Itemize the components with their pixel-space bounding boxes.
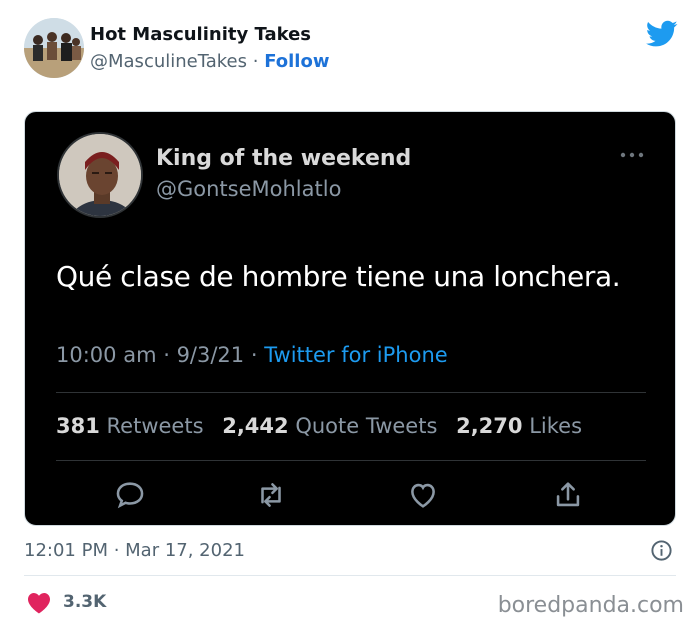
meta-separator: ·: [244, 343, 265, 367]
tweet-text: Qué clase de hombre tiene una lonchera.: [56, 260, 621, 293]
tweet-time: 10:00 am: [56, 343, 157, 367]
share-icon: [556, 482, 580, 507]
retweet-icon: [261, 483, 281, 507]
follow-button[interactable]: Follow: [264, 51, 329, 72]
likes-label: Likes: [529, 414, 583, 438]
info-icon[interactable]: [650, 539, 673, 562]
retweets-label: Retweets: [106, 414, 204, 438]
quote-label: Quote Tweets: [295, 414, 438, 438]
tweet-stats: 381 Retweets 2,442 Quote Tweets 2,270 Li…: [56, 414, 582, 438]
divider: [56, 460, 646, 461]
outer-tweet-header: Hot Masculinity Takes @MasculineTakes · …: [24, 16, 684, 80]
tweet-source: Twitter for iPhone: [264, 343, 448, 367]
tweet-date: 9/3/21: [176, 343, 245, 367]
more-options-icon: [620, 152, 644, 158]
meta-separator: ·: [156, 343, 177, 367]
outer-timestamp[interactable]: 12:01 PM · Mar 17, 2021: [24, 540, 245, 561]
embedded-tweet-card: King of the weekend @GontseMohlatlo Qué …: [24, 111, 676, 526]
inner-display-name: King of the weekend: [156, 146, 412, 171]
inner-handle: @GontseMohlatlo: [156, 177, 342, 201]
likes-count: 2,270: [456, 414, 523, 438]
inner-avatar: [57, 132, 143, 218]
outer-display-name[interactable]: Hot Masculinity Takes: [90, 24, 311, 45]
retweets-count: 381: [56, 414, 100, 438]
tweet-meta: 10:00 am · 9/3/21 · Twitter for iPhone: [56, 343, 448, 367]
heart-icon[interactable]: [27, 592, 51, 614]
footer-divider: [24, 575, 676, 576]
handle-separator: ·: [247, 51, 265, 72]
divider: [56, 392, 646, 393]
quote-count: 2,442: [222, 414, 289, 438]
outer-handle[interactable]: @MasculineTakes: [90, 51, 247, 72]
outer-handle-row: @MasculineTakes · Follow: [90, 51, 329, 72]
like-icon: [411, 483, 435, 508]
watermark-logo: boredpanda.com: [497, 593, 684, 618]
reply-icon: [116, 482, 144, 509]
like-count[interactable]: 3.3K: [63, 592, 106, 612]
twitter-bird-icon[interactable]: [646, 20, 678, 48]
outer-avatar[interactable]: [24, 18, 84, 78]
